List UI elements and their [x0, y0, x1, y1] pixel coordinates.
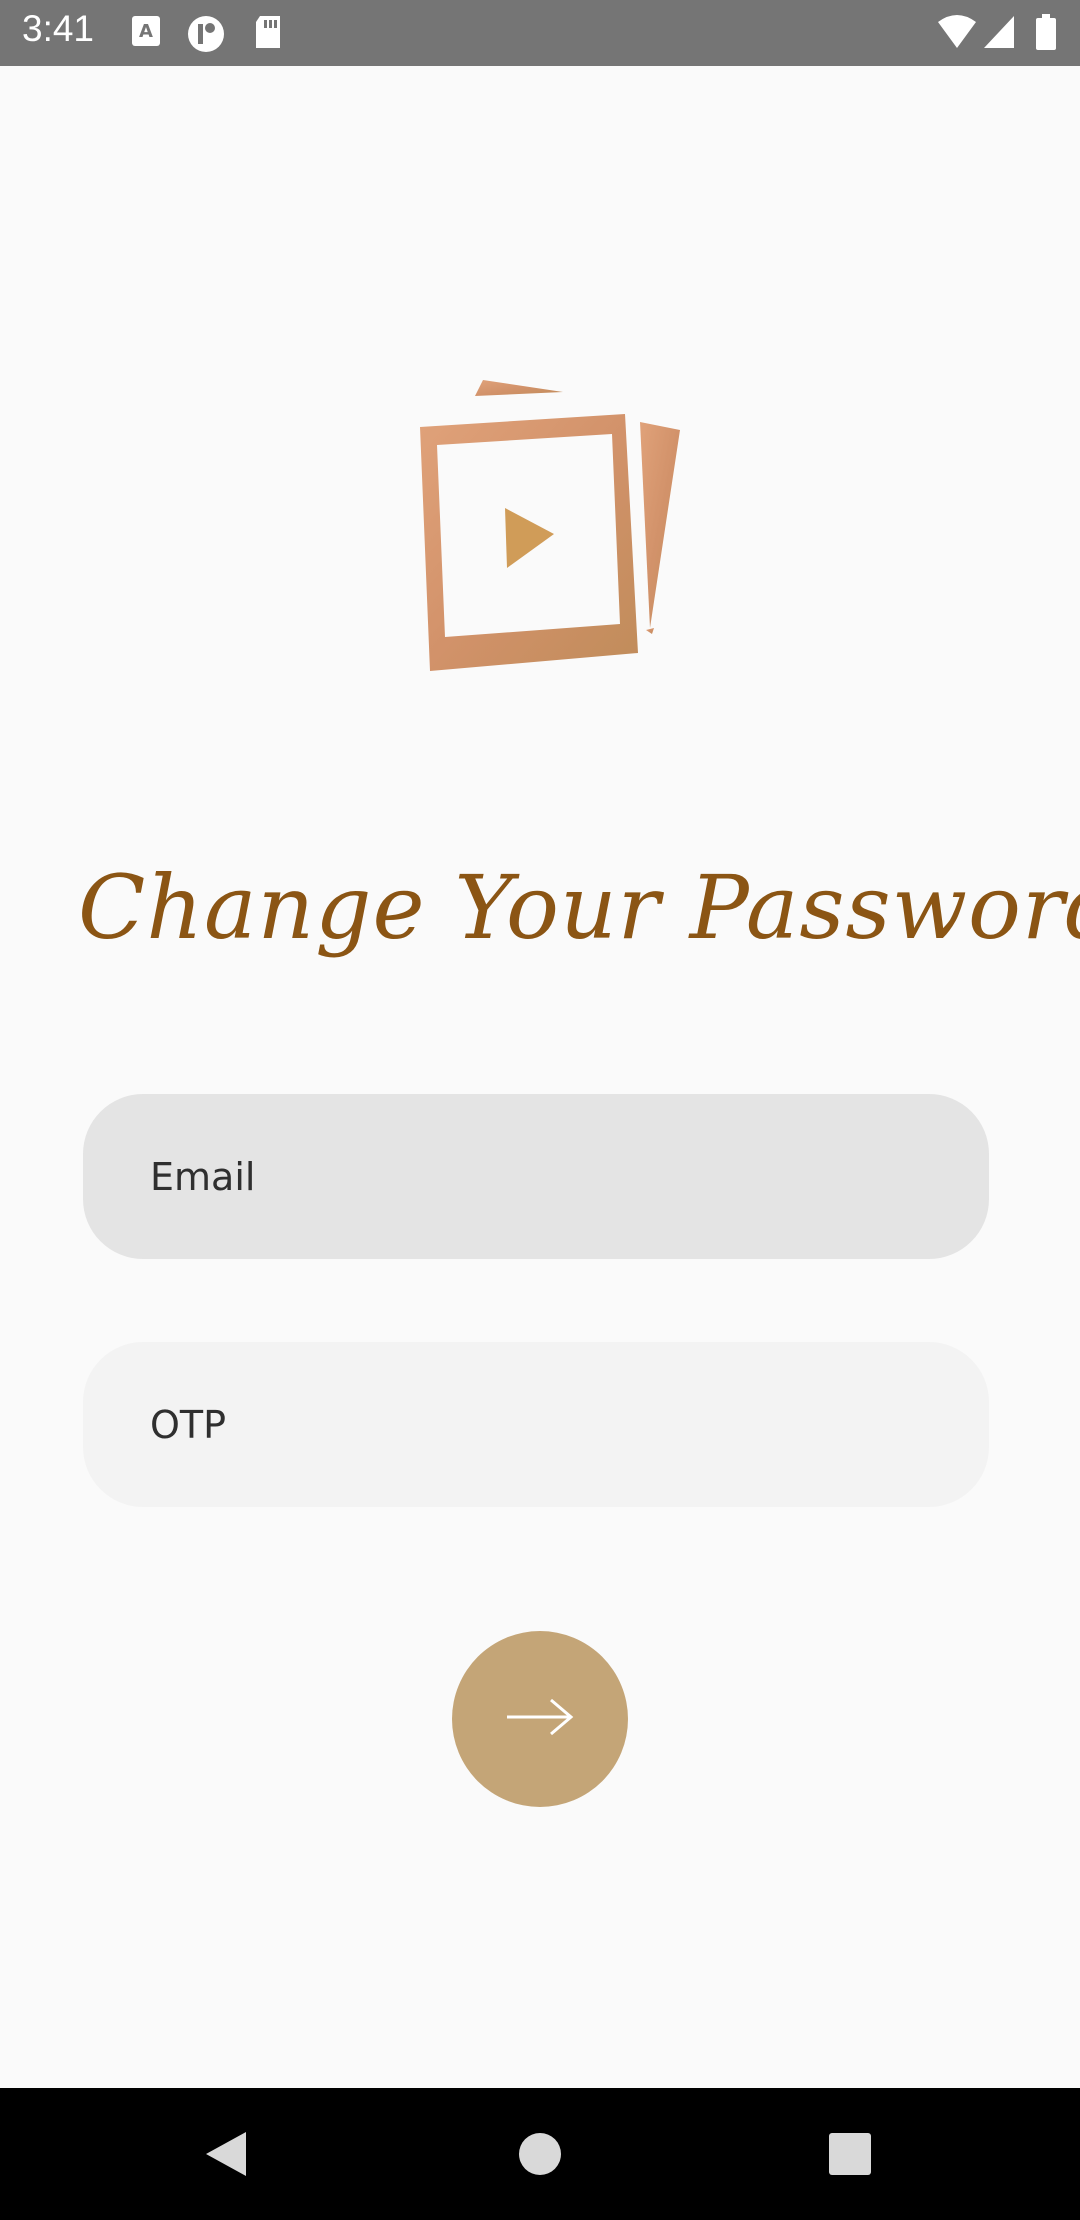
email-field[interactable]: Email: [83, 1094, 989, 1259]
recents-square-icon[interactable]: [822, 2126, 878, 2182]
navigation-bar: [0, 2088, 1080, 2220]
otp-placeholder: OTP: [150, 1402, 227, 1447]
change-password-screen: Change Your Password Email OTP: [0, 66, 1080, 2088]
status-time: 3:41: [22, 8, 95, 49]
svg-text:A: A: [139, 21, 153, 42]
otp-field[interactable]: OTP: [83, 1342, 989, 1507]
keyboard-a-icon: A: [130, 14, 162, 52]
page-title: Change Your Password: [78, 856, 1080, 959]
battery-icon: [1034, 14, 1058, 56]
back-triangle-icon[interactable]: [198, 2126, 254, 2182]
sd-card-icon: [252, 14, 284, 54]
email-placeholder: Email: [150, 1154, 256, 1199]
circle-app-icon: [186, 14, 226, 58]
wifi-icon: [936, 14, 978, 54]
polaroid-play-logo: [405, 324, 695, 674]
home-circle-icon[interactable]: [512, 2126, 568, 2182]
signal-icon: [982, 14, 1016, 54]
arrow-right-icon: [505, 1697, 575, 1741]
status-bar: 3:41 A: [0, 0, 1080, 66]
submit-button[interactable]: [452, 1631, 628, 1807]
